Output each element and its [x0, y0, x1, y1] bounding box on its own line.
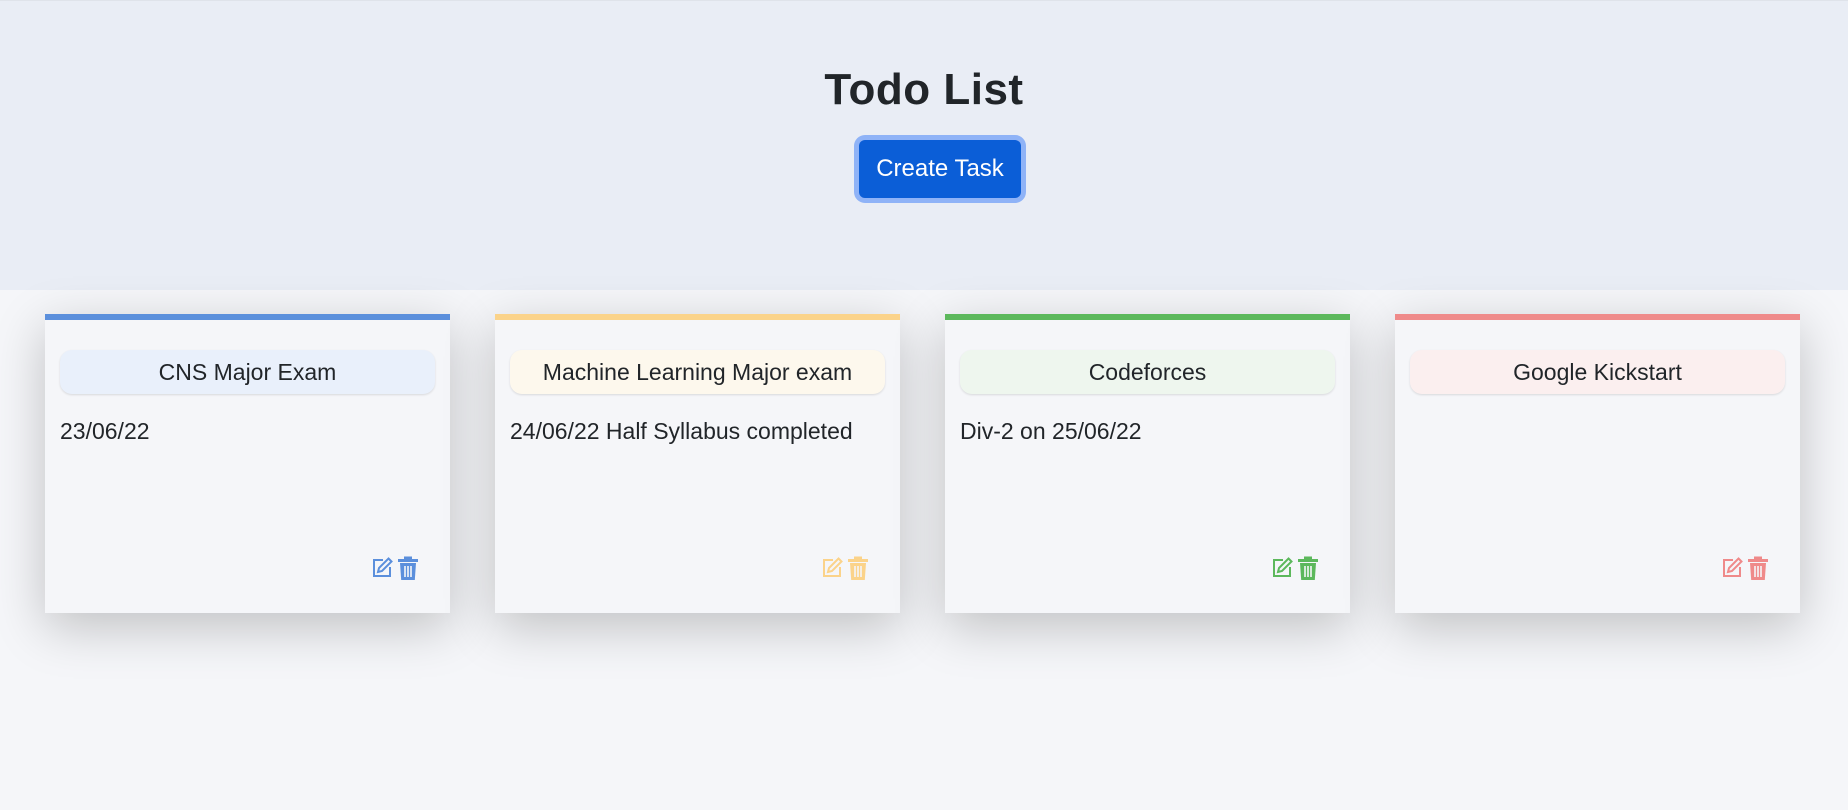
task-actions — [1270, 556, 1320, 580]
trash-icon[interactable] — [846, 556, 870, 580]
task-card: Google Kickstart — [1395, 314, 1800, 613]
task-title: Google Kickstart — [1410, 350, 1785, 394]
trash-icon[interactable] — [1296, 556, 1320, 580]
task-description: 23/06/22 — [60, 418, 150, 444]
task-card: Machine Learning Major exam 24/06/22 Hal… — [495, 314, 900, 613]
task-actions — [370, 556, 420, 580]
edit-icon[interactable] — [1270, 556, 1294, 580]
trash-icon[interactable] — [396, 556, 420, 580]
task-actions — [820, 556, 870, 580]
task-card: Codeforces Div-2 on 25/06/22 — [945, 314, 1350, 613]
create-task-button[interactable]: Create Task — [859, 140, 1021, 198]
task-title: Machine Learning Major exam — [510, 350, 885, 394]
trash-icon[interactable] — [1746, 556, 1770, 580]
task-card-list: CNS Major Exam 23/06/22 Machine Learning… — [0, 290, 1848, 810]
page-header: Todo List Create Task — [0, 0, 1848, 290]
task-description: 24/06/22 Half Syllabus completed — [510, 418, 853, 444]
page-title: Todo List — [824, 65, 1024, 114]
edit-icon[interactable] — [820, 556, 844, 580]
task-actions — [1720, 556, 1770, 580]
task-card: CNS Major Exam 23/06/22 — [45, 314, 450, 613]
edit-icon[interactable] — [370, 556, 394, 580]
edit-icon[interactable] — [1720, 556, 1744, 580]
task-title: CNS Major Exam — [60, 350, 435, 394]
task-title: Codeforces — [960, 350, 1335, 394]
task-description: Div-2 on 25/06/22 — [960, 418, 1142, 444]
